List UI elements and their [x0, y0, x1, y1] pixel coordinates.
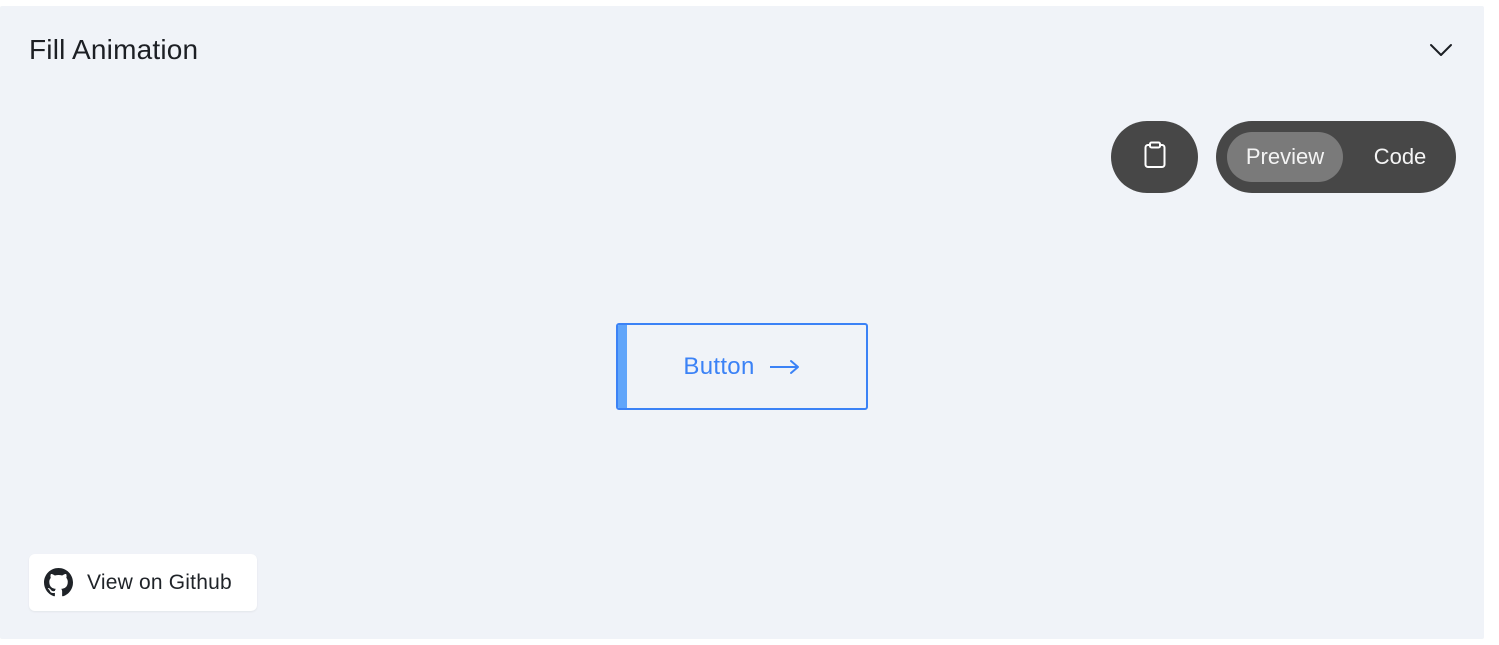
- demo-fill-button[interactable]: Button: [616, 323, 868, 410]
- section-title: Fill Animation: [29, 34, 199, 65]
- component-panel: Fill Animation Preview Code Button View …: [0, 6, 1484, 639]
- clipboard-icon: [1143, 141, 1167, 174]
- tab-preview[interactable]: Preview: [1227, 132, 1343, 182]
- copy-code-button[interactable]: [1111, 121, 1198, 193]
- arrow-right-icon: [769, 359, 801, 375]
- github-button-label: View on Github: [87, 570, 232, 594]
- chevron-down-icon[interactable]: [1427, 38, 1455, 62]
- demo-button-label: Button: [683, 352, 755, 380]
- fill-animation-bar: [618, 325, 627, 408]
- view-on-github-button[interactable]: View on Github: [29, 554, 257, 611]
- view-mode-toggle: Preview Code: [1216, 121, 1456, 193]
- github-icon: [44, 568, 73, 597]
- tab-code[interactable]: Code: [1356, 132, 1444, 182]
